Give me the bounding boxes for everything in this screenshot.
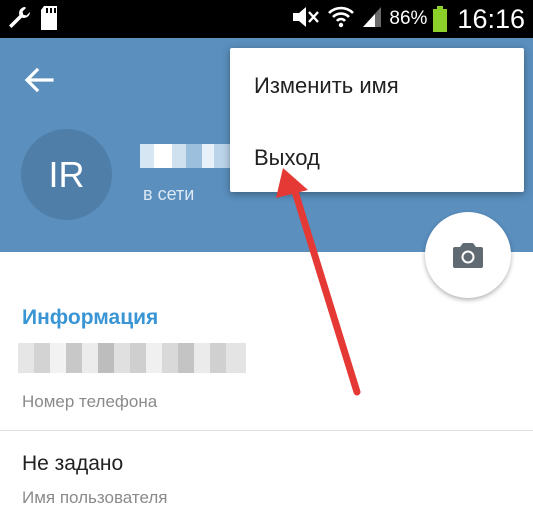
phone-label: Номер телефона [22, 392, 158, 411]
signal-icon [361, 5, 383, 34]
avatar: IR [21, 129, 112, 220]
username-label: Имя пользователя [22, 488, 168, 507]
menu-item-logout[interactable]: Выход [230, 128, 524, 188]
clock: 16:16 [457, 3, 525, 34]
camera-icon [453, 243, 483, 268]
arrow-left-icon[interactable] [22, 65, 56, 95]
section-title-info: Информация [22, 306, 159, 329]
phone-number-redacted [18, 343, 246, 373]
username-value[interactable]: Не задано [22, 452, 123, 476]
battery-percent: 86% [389, 8, 428, 29]
status-bar-right: 86% 16:16 [291, 0, 525, 38]
battery-icon [433, 6, 448, 32]
status-bar: 86% 16:16 [0, 0, 533, 38]
divider [0, 430, 533, 431]
avatar-initials: IR [48, 154, 85, 195]
mute-icon [291, 5, 321, 34]
wifi-icon [327, 4, 355, 35]
status-bar-left [6, 5, 58, 36]
change-photo-button[interactable] [425, 212, 511, 298]
online-status: в сети [143, 184, 195, 204]
overflow-menu: Изменить имя Выход [230, 48, 524, 192]
wrench-icon [6, 5, 32, 36]
name-redacted [140, 144, 230, 168]
menu-item-edit-name[interactable]: Изменить имя [230, 56, 524, 116]
sd-card-icon [40, 5, 58, 36]
